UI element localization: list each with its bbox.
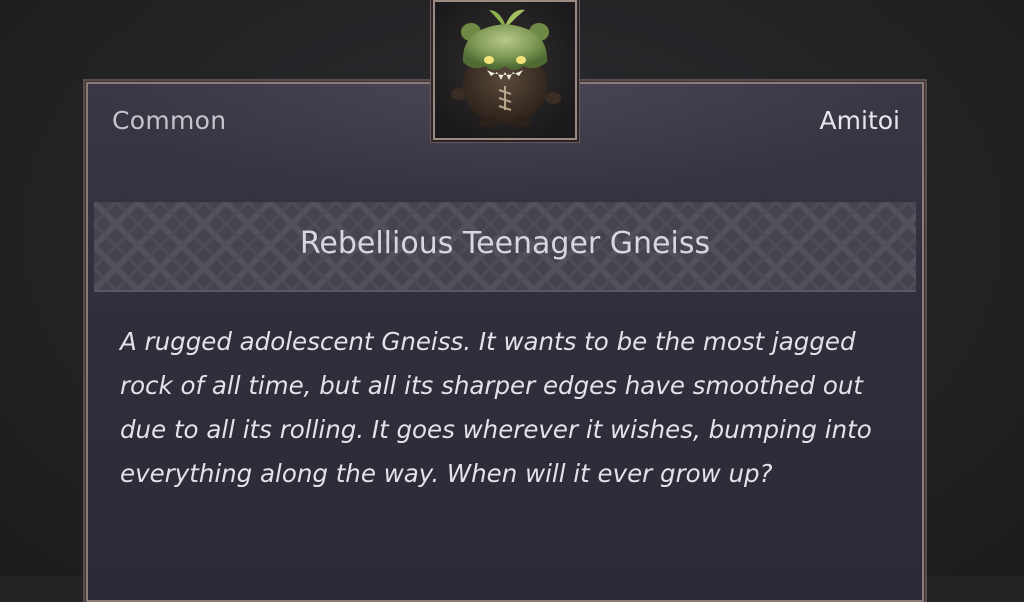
item-description: A rugged adolescent Gneiss. It wants to … xyxy=(120,327,872,488)
rarity-label: Common xyxy=(112,106,227,135)
amitoi-gneiss-portrait-icon xyxy=(435,2,575,138)
item-tooltip-card: Common Amitoi Rebellious Teenager Gneiss… xyxy=(86,82,924,602)
item-name-title: Rebellious Teenager Gneiss xyxy=(299,226,711,261)
item-name-banner: Rebellious Teenager Gneiss xyxy=(94,202,916,292)
amitoi-portrait xyxy=(433,0,577,140)
category-label: Amitoi xyxy=(819,106,900,135)
